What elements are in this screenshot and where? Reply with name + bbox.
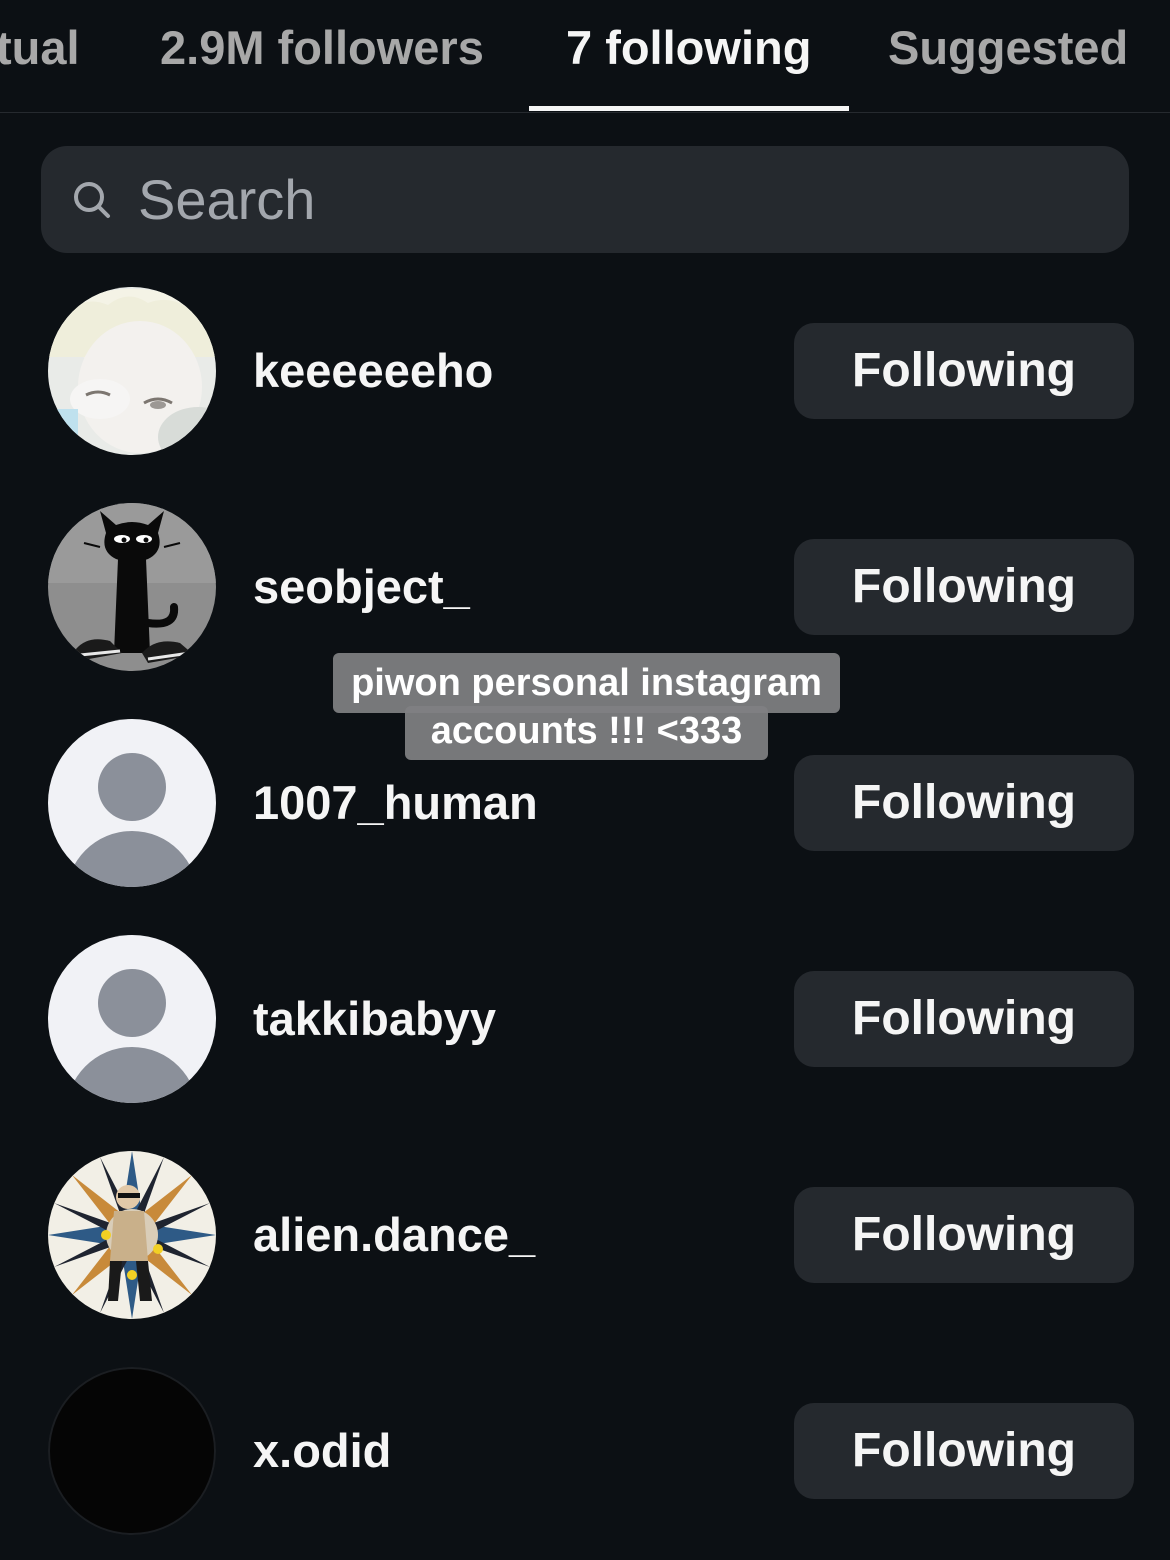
username[interactable]: alien.dance_ (253, 1205, 535, 1265)
tab-mutual[interactable]: tual (0, 18, 80, 78)
tab-suggested[interactable]: Suggested (888, 18, 1128, 78)
following-button[interactable]: Following (794, 1403, 1134, 1499)
active-tab-indicator (529, 106, 849, 111)
caption-text: accounts !!! <333 (405, 706, 768, 760)
default-avatar[interactable] (48, 719, 216, 887)
caption-text: piwon personal instagram (333, 653, 840, 713)
following-button[interactable]: Following (794, 539, 1134, 635)
avatar[interactable] (48, 287, 216, 455)
list-item[interactable]: takkibabyy Following (0, 934, 1170, 1104)
list-item[interactable]: seobject_ Following (0, 502, 1170, 672)
avatar[interactable] (48, 1367, 216, 1535)
following-button[interactable]: Following (794, 755, 1134, 851)
default-avatar[interactable] (48, 935, 216, 1103)
username[interactable]: keeeeeeho (253, 341, 493, 401)
tab-followers[interactable]: 2.9M followers (160, 18, 484, 78)
following-button[interactable]: Following (794, 971, 1134, 1067)
username[interactable]: x.odid (253, 1421, 391, 1481)
following-button[interactable]: Following (794, 1187, 1134, 1283)
tab-following[interactable]: 7 following (566, 18, 811, 78)
username[interactable]: takkibabyy (253, 989, 496, 1049)
username[interactable]: seobject_ (253, 557, 470, 617)
list-item[interactable]: x.odid Following (0, 1366, 1170, 1536)
tab-bar: tual 2.9M followers 7 following Suggeste… (0, 0, 1170, 113)
list-item[interactable]: keeeeeeho Following (0, 286, 1170, 456)
avatar[interactable] (48, 1151, 216, 1319)
list-item[interactable]: alien.dance_ Following (0, 1150, 1170, 1320)
following-button[interactable]: Following (794, 323, 1134, 419)
search-icon (74, 182, 110, 218)
username[interactable]: 1007_human (253, 773, 538, 833)
search-input[interactable] (138, 166, 1098, 232)
avatar[interactable] (48, 503, 216, 671)
